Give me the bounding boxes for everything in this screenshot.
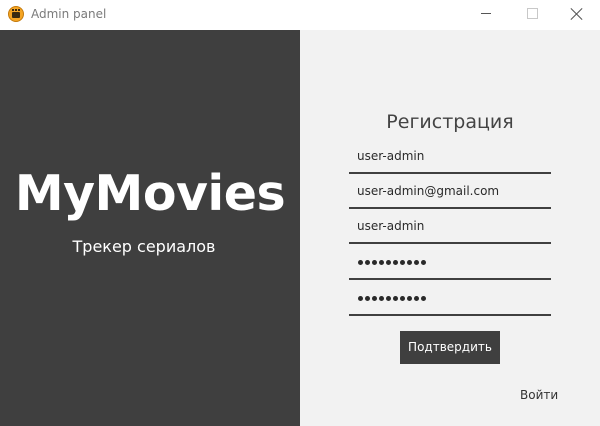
minimize-icon — [481, 13, 491, 14]
password-confirm-mask — [358, 292, 428, 304]
mask-dot — [386, 259, 391, 265]
mask-dot — [393, 259, 398, 265]
mask-dot — [407, 259, 412, 265]
mask-dot — [393, 295, 398, 301]
mask-dot — [365, 295, 370, 301]
brand-panel: MyMovies Трекер сериалов — [0, 30, 300, 426]
mask-dot — [372, 295, 377, 301]
mask-dot — [358, 259, 363, 265]
submit-button[interactable]: Подтвердить — [400, 331, 500, 364]
login-value: user-admin — [357, 219, 425, 233]
login-link[interactable]: Войти — [520, 387, 558, 403]
window-titlebar: Admin panel — [0, 0, 600, 30]
mask-dot — [407, 295, 412, 301]
email-value: user-admin@gmail.com — [357, 184, 500, 198]
mask-dot — [379, 295, 384, 301]
email-field[interactable]: user-admin@gmail.com — [349, 175, 551, 209]
brand-tagline: Трекер сериалов — [72, 237, 216, 256]
close-button[interactable] — [554, 0, 600, 30]
mask-dot — [421, 295, 426, 301]
mask-dot — [379, 259, 384, 265]
password-mask — [358, 256, 428, 268]
mask-dot — [414, 259, 419, 265]
mask-dot — [372, 259, 377, 265]
mask-dot — [400, 295, 405, 301]
form-title: Регистрация — [386, 111, 514, 133]
mask-dot — [421, 259, 426, 265]
minimize-button[interactable] — [463, 0, 509, 30]
mask-dot — [414, 295, 419, 301]
maximize-button[interactable] — [509, 0, 555, 30]
registration-panel: Регистрация user-admin user-admin@gmail.… — [300, 30, 600, 426]
maximize-icon — [527, 8, 538, 19]
mask-dot — [400, 259, 405, 265]
username-field[interactable]: user-admin — [349, 140, 551, 174]
mask-dot — [365, 259, 370, 265]
login-field[interactable]: user-admin — [349, 210, 551, 244]
username-value: user-admin — [357, 149, 425, 163]
mask-dot — [386, 295, 391, 301]
close-icon — [570, 7, 584, 21]
window-title: Admin panel — [31, 7, 107, 21]
film-clapper-icon — [8, 6, 24, 22]
password-confirm-field[interactable] — [349, 282, 551, 316]
mask-dot — [358, 295, 363, 301]
brand-title: MyMovies — [14, 165, 286, 222]
password-field[interactable] — [349, 246, 551, 280]
